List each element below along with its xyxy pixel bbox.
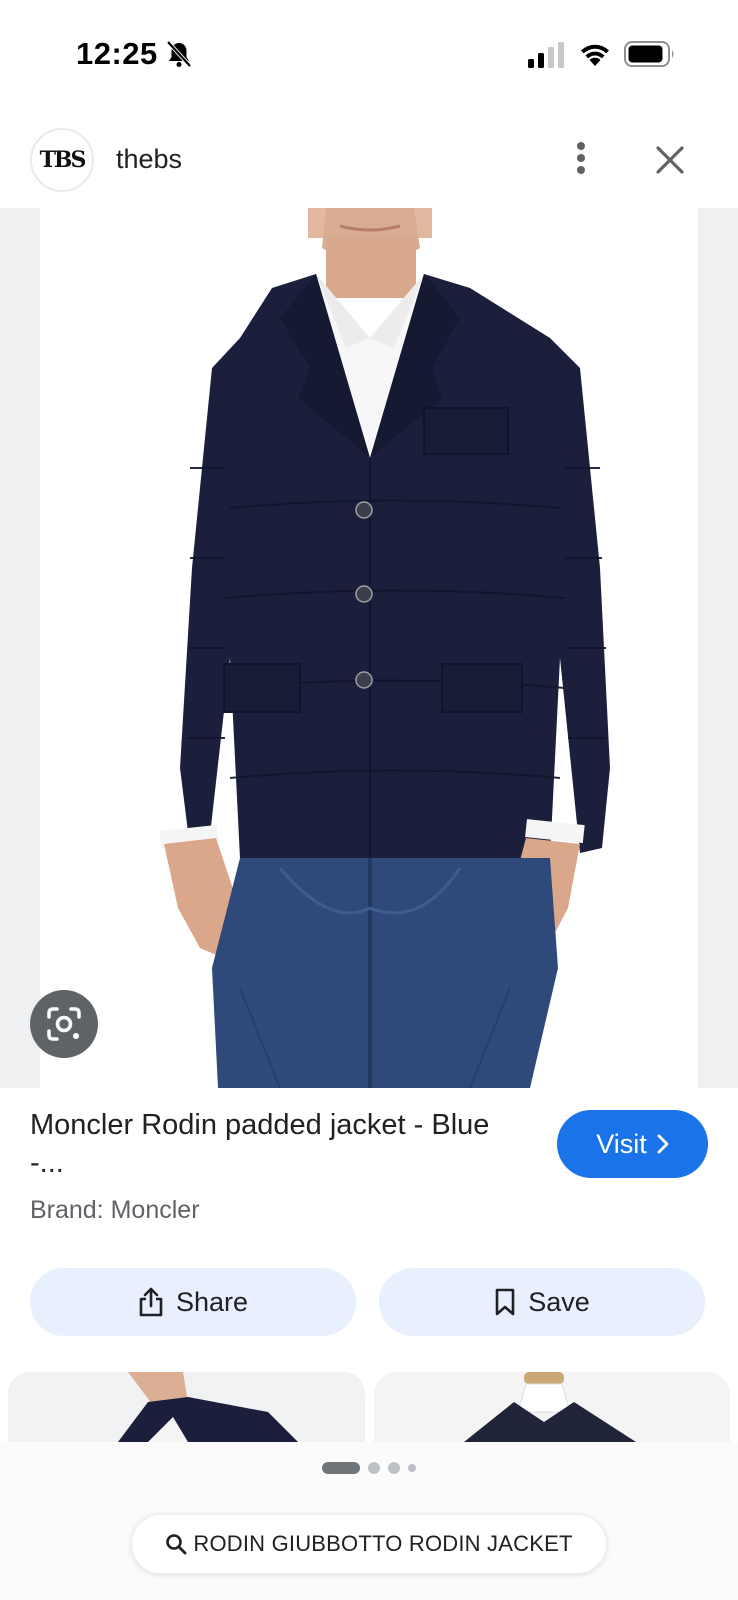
visit-label: Visit: [596, 1128, 647, 1159]
carousel-indicator: [322, 1462, 416, 1474]
visit-button[interactable]: Visit: [557, 1110, 708, 1178]
related-result-card[interactable]: [8, 1372, 365, 1442]
search-query-text: RODIN GIUBBOTTO RODIN JACKET: [193, 1531, 573, 1556]
related-thumbnail: [374, 1372, 730, 1442]
status-bar: 12:25: [0, 0, 738, 110]
product-image[interactable]: [40, 208, 698, 1088]
bottom-sheet: RODIN GIUBBOTTO RODIN JACKET: [0, 1442, 738, 1600]
carousel-dot: [368, 1462, 380, 1474]
carousel-dot: [388, 1462, 400, 1474]
signal-icon: [528, 42, 564, 68]
close-icon[interactable]: [650, 140, 690, 180]
product-image-frame: [0, 208, 738, 1088]
jacket-photo: [159, 208, 610, 1088]
status-time: 12:25: [76, 36, 158, 71]
product-title[interactable]: Moncler Rodin padded jacket - Blue -...: [30, 1106, 510, 1182]
bookmark-icon: [495, 1288, 515, 1316]
product-brand: Brand: Moncler: [30, 1196, 200, 1224]
share-icon: [139, 1287, 163, 1317]
search-icon: [166, 1534, 187, 1555]
share-label: Share: [175, 1286, 249, 1317]
source-name[interactable]: thebs: [116, 144, 182, 175]
share-button[interactable]: Share: [30, 1268, 356, 1336]
search-query-chip[interactable]: RODIN GIUBBOTTO RODIN JACKET: [131, 1514, 607, 1574]
google-lens-icon[interactable]: [30, 990, 98, 1058]
related-thumbnail: [8, 1372, 365, 1442]
carousel-dot-active: [322, 1462, 360, 1474]
more-vert-icon[interactable]: [566, 138, 596, 178]
source-header: TBS thebs: [0, 124, 738, 208]
carousel-dot: [408, 1464, 416, 1472]
bell-slash-icon: [166, 40, 192, 68]
save-label: Save: [528, 1286, 590, 1317]
related-results: [0, 1372, 738, 1442]
source-avatar[interactable]: TBS: [30, 128, 94, 192]
wifi-icon: [581, 44, 609, 66]
battery-icon: [624, 41, 674, 67]
related-result-card[interactable]: [374, 1372, 730, 1442]
save-button[interactable]: Save: [379, 1268, 705, 1336]
chevron-right-icon: [657, 1134, 669, 1154]
